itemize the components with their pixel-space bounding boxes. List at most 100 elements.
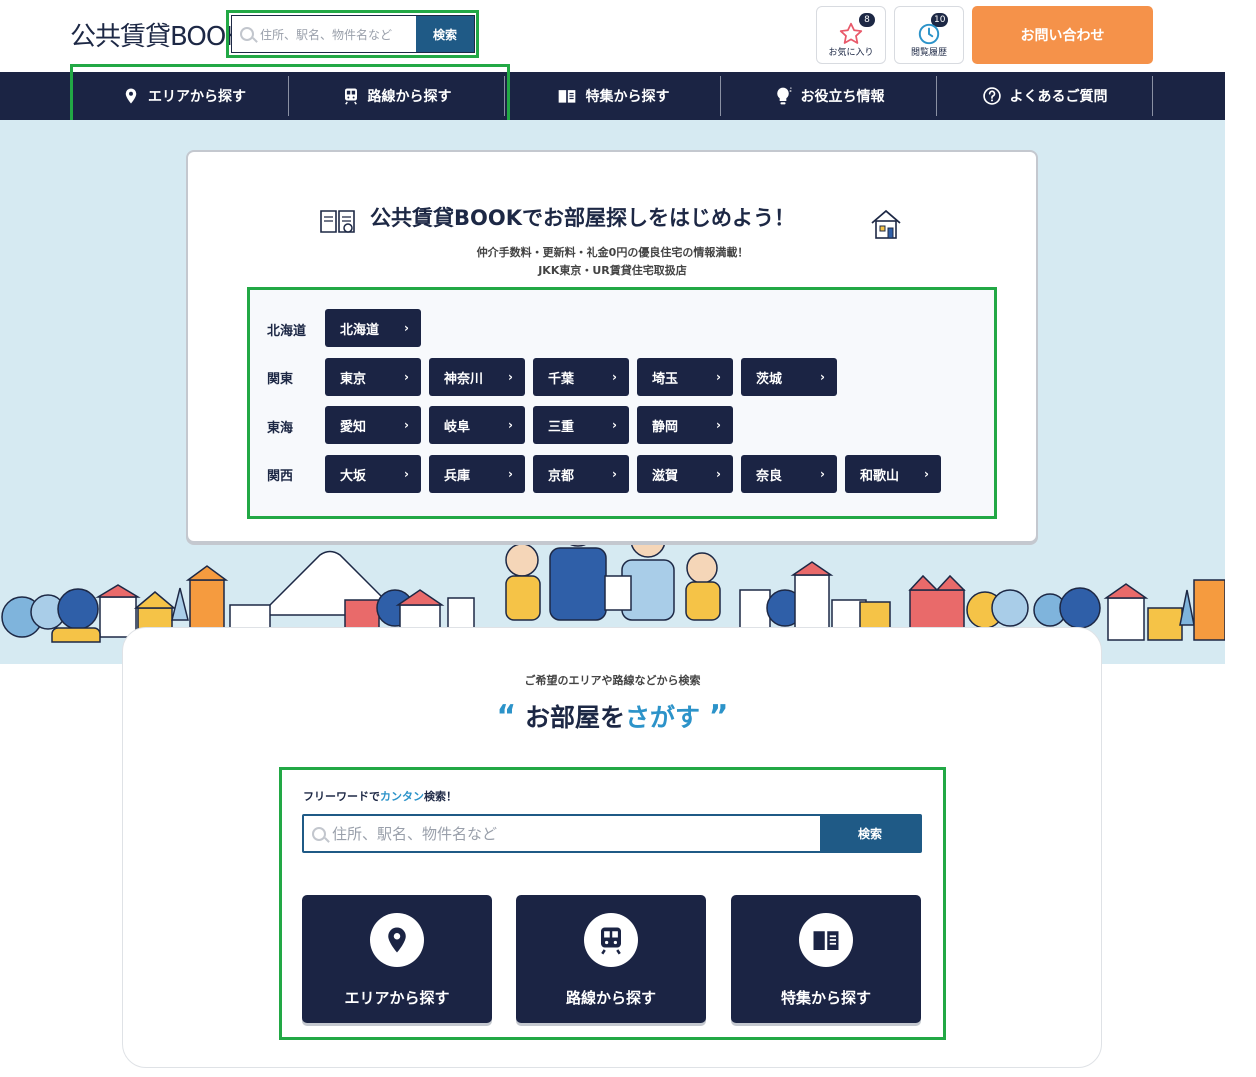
contact-button[interactable]: お問い合わせ: [972, 6, 1153, 64]
search-title-accent: さがす: [625, 703, 701, 732]
search-section-title: “ お部屋をさがす ”: [0, 698, 1225, 734]
prefecture-label: 千葉: [548, 371, 575, 387]
chevron-right-icon: ›: [508, 467, 513, 481]
header-search-placeholder: 住所、駅名、物件名など: [260, 27, 393, 42]
region-label-kanto: 関東: [267, 372, 294, 387]
nav-divider: [1152, 76, 1153, 116]
region-label-kansai: 関西: [267, 469, 294, 484]
chevron-right-icon: ›: [716, 370, 721, 384]
big-button-label: エリアから探す: [344, 989, 450, 1007]
chevron-right-icon: ›: [716, 418, 721, 432]
quote-open: “: [496, 699, 517, 734]
prefecture-button[interactable]: 和歌山 ›: [845, 455, 941, 493]
prefecture-button[interactable]: 神奈川 ›: [429, 358, 525, 396]
star-icon: [839, 22, 863, 44]
big-button-label: 特集から探す: [780, 989, 871, 1007]
prefecture-button[interactable]: 北海道 ›: [325, 309, 421, 347]
quote-close: ”: [708, 699, 729, 734]
prefecture-button[interactable]: 愛知 ›: [325, 406, 421, 444]
chevron-right-icon: ›: [612, 418, 617, 432]
prefecture-label: 大坂: [340, 468, 367, 484]
prefecture-button[interactable]: 東京 ›: [325, 358, 421, 396]
region-label-hokkaido: 北海道: [267, 324, 307, 339]
prefecture-label: 三重: [548, 419, 575, 435]
chevron-right-icon: ›: [820, 370, 825, 384]
book-icon: [558, 90, 575, 103]
hero-subtitle: 仲介手数料・更新料・礼金0円の優良住宅の情報満載！: [476, 246, 749, 259]
open-book-icon: [320, 210, 355, 233]
chevron-right-icon: ›: [404, 418, 409, 432]
prefecture-label: 岐阜: [444, 419, 471, 435]
search-section-subtitle: ご希望のエリアや路線などから検索: [524, 674, 701, 687]
free-label-accent: カンタン: [380, 790, 424, 803]
prefecture-button[interactable]: 岐阜 ›: [429, 406, 525, 444]
chevron-right-icon: ›: [404, 370, 409, 384]
prefecture-label: 京都: [548, 468, 575, 484]
prefecture-button[interactable]: 三重 ›: [533, 406, 629, 444]
nav-item-tips[interactable]: お役立ち情報: [721, 72, 936, 120]
site-logo[interactable]: 公共賃貸BOOK: [70, 16, 242, 53]
nav-item-label: お役立ち情報: [800, 89, 885, 105]
prefecture-label: 愛知: [340, 419, 367, 435]
prefecture-button[interactable]: 奈良 ›: [741, 455, 837, 493]
train-icon: [601, 927, 621, 955]
history-icon: [918, 23, 940, 45]
search-by-area-button[interactable]: エリアから探す: [302, 895, 492, 1023]
prefecture-label: 神奈川: [444, 371, 484, 387]
question-icon: [982, 87, 1001, 105]
chevron-right-icon: ›: [404, 467, 409, 481]
free-search-label: フリーワードでカンタン検索！: [303, 788, 457, 804]
prefecture-button[interactable]: 埼玉 ›: [637, 358, 733, 396]
house-icon: [871, 209, 901, 239]
prefecture-button[interactable]: 千葉 ›: [533, 358, 629, 396]
chevron-right-icon: ›: [716, 467, 721, 481]
free-search-input[interactable]: 住所、駅名、物件名など: [304, 816, 820, 851]
map-pin-icon: [388, 927, 406, 953]
prefecture-label: 兵庫: [444, 468, 471, 484]
lightbulb-icon: [776, 87, 792, 105]
chevron-right-icon: ›: [404, 321, 409, 335]
header-search-button[interactable]: 検索: [416, 16, 474, 52]
prefecture-label: 東京: [340, 371, 367, 387]
feature-icon-circle: [799, 913, 853, 967]
prefecture-button[interactable]: 茨城 ›: [741, 358, 837, 396]
prefecture-button[interactable]: 兵庫 ›: [429, 455, 525, 493]
chevron-right-icon: ›: [508, 370, 513, 384]
prefecture-label: 静岡: [652, 419, 679, 435]
hero-subtitle-agency: JKK東京・UR賃貸住宅取扱店: [538, 264, 687, 277]
nav-item-faq[interactable]: よくあるご質問: [937, 72, 1152, 120]
chevron-right-icon: ›: [612, 467, 617, 481]
chevron-right-icon: ›: [820, 467, 825, 481]
big-button-label: 路線から探す: [565, 989, 656, 1007]
chevron-right-icon: ›: [508, 418, 513, 432]
header-search-input[interactable]: 住所、駅名、物件名など: [232, 16, 416, 52]
prefecture-label: 北海道: [340, 322, 380, 338]
prefecture-label: 和歌山: [860, 468, 900, 484]
prefecture-button[interactable]: 京都 ›: [533, 455, 629, 493]
area-icon-circle: [370, 913, 424, 967]
search-by-route-button[interactable]: 路線から探す: [516, 895, 706, 1023]
history-button[interactable]: 10 閲覧履歴: [894, 6, 964, 64]
header-search-form: 住所、駅名、物件名など 検索: [231, 15, 475, 53]
prefecture-button[interactable]: 滋賀 ›: [637, 455, 733, 493]
book-icon: [813, 931, 839, 950]
free-label-prefix: フリーワードで: [303, 790, 380, 803]
free-search-button[interactable]: 検索: [820, 816, 920, 851]
nav-item-feature[interactable]: 特集から探す: [505, 72, 720, 120]
chevron-right-icon: ›: [924, 467, 929, 481]
free-search-form: 住所、駅名、物件名など 検索: [302, 814, 922, 853]
nav-item-label: 特集から探す: [585, 89, 670, 105]
prefecture-button[interactable]: 静岡 ›: [637, 406, 733, 444]
free-search-placeholder: 住所、駅名、物件名など: [332, 825, 498, 843]
prefecture-button[interactable]: 大坂 ›: [325, 455, 421, 493]
search-by-feature-button[interactable]: 特集から探す: [731, 895, 921, 1023]
favorites-button[interactable]: 8 お気に入り: [816, 6, 886, 64]
prefecture-label: 滋賀: [652, 468, 679, 484]
chevron-right-icon: ›: [612, 370, 617, 384]
search-icon: [312, 826, 326, 841]
route-icon-circle: [584, 913, 638, 967]
nav-highlight: [70, 64, 510, 126]
region-label-tokai: 東海: [267, 421, 294, 436]
nav-item-label: よくあるご質問: [1009, 89, 1108, 105]
free-label-suffix: 検索！: [424, 790, 457, 803]
